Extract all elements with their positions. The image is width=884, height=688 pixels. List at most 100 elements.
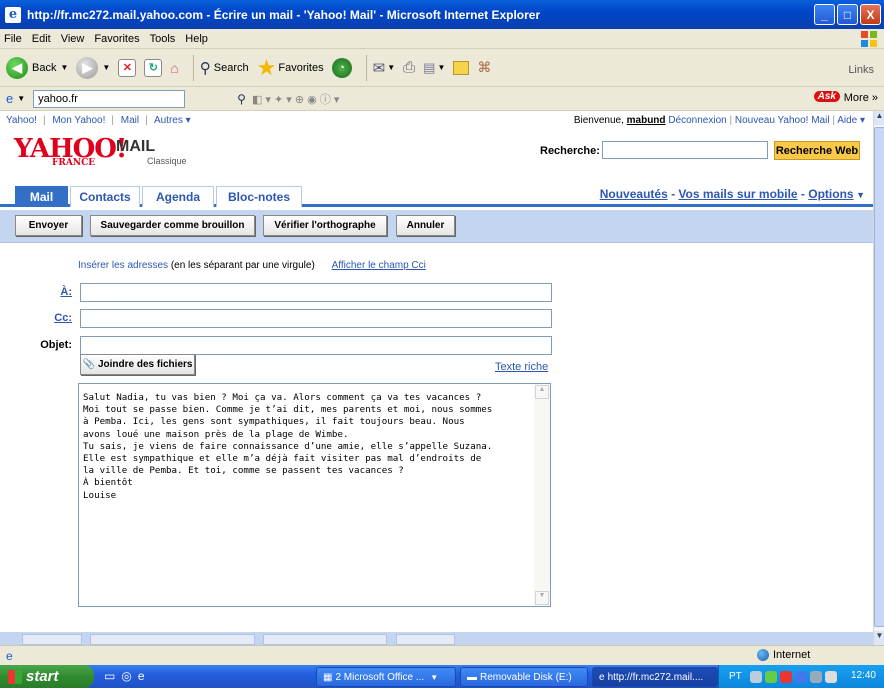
forward-arrow-icon: ▶ xyxy=(76,56,99,79)
scroll-down-icon[interactable]: ▼ xyxy=(535,591,549,605)
chevron-down-icon[interactable]: ▼ xyxy=(854,190,865,200)
start-button[interactable]: start xyxy=(0,665,94,688)
mon-yahoo-link[interactable]: Mon Yahoo! xyxy=(52,115,105,126)
scroll-thumb[interactable] xyxy=(874,127,884,627)
desktop-icon[interactable]: ▭ xyxy=(104,669,115,683)
menu-file[interactable]: File xyxy=(4,33,22,45)
web-search-button[interactable]: Recherche Web xyxy=(774,141,860,160)
search-icon[interactable]: ⚲ xyxy=(237,92,246,106)
deconnexion-link[interactable]: Déconnexion xyxy=(668,115,726,126)
tab-contacts[interactable]: Contacts xyxy=(70,186,140,207)
update-icon[interactable] xyxy=(824,670,837,683)
tray-icon[interactable] xyxy=(764,670,777,683)
menu-bar: File Edit View Favorites Tools Help xyxy=(0,29,884,49)
to-field[interactable] xyxy=(80,283,552,302)
windows-logo-icon xyxy=(861,31,877,47)
page-scrollbar[interactable]: ▲ ▼ xyxy=(873,111,884,645)
insert-addresses-link[interactable]: Insérer les adresses xyxy=(78,260,168,271)
menu-favorites[interactable]: Favorites xyxy=(94,33,139,45)
mail-link[interactable]: Mail xyxy=(121,115,139,126)
security-icon[interactable] xyxy=(779,670,792,683)
compose-action-bar: Envoyer Sauvegarder comme brouillon Véri… xyxy=(0,210,873,243)
tab-bloc-notes[interactable]: Bloc-notes xyxy=(216,186,302,207)
task-browser[interactable]: e http://fr.mc272.mail.... xyxy=(592,667,718,687)
address-input[interactable]: yahoo.fr xyxy=(33,89,186,108)
quick-launch: ▭ ◎ e xyxy=(104,669,145,683)
autres-link[interactable]: Autres ▾ xyxy=(154,115,191,126)
search-button[interactable]: ⚲ Search xyxy=(200,59,249,77)
home-icon[interactable]: ⌂ xyxy=(170,60,178,76)
task-removable-disk[interactable]: ▬ Removable Disk (E:) xyxy=(460,667,588,687)
cc-label[interactable]: Cc: xyxy=(0,312,72,324)
mobile-link[interactable]: Vos mails sur mobile xyxy=(678,187,797,201)
spellcheck-button[interactable]: Vérifier l'orthographe xyxy=(263,215,387,236)
folder-icon[interactable] xyxy=(453,60,470,75)
media-icon[interactable]: ◎ xyxy=(121,669,131,683)
save-draft-button[interactable]: Sauvegarder comme brouillon xyxy=(90,215,255,236)
aide-link[interactable]: Aide ▾ xyxy=(837,115,865,126)
cc-field[interactable] xyxy=(80,309,552,328)
username[interactable]: mabund xyxy=(627,115,666,126)
network-icon[interactable] xyxy=(749,670,762,683)
tab-agenda[interactable]: Agenda xyxy=(142,186,214,207)
to-label[interactable]: À: xyxy=(0,286,72,298)
ie-icon[interactable]: e xyxy=(138,669,145,683)
menu-help[interactable]: Help xyxy=(185,33,208,45)
maximize-button[interactable]: □ xyxy=(837,4,858,25)
task-microsoft-office[interactable]: ▦ 2 Microsoft Office ... ▼ xyxy=(316,667,456,687)
yahoo-mail-logo[interactable]: YAHOO! FRANCE MAIL Classique xyxy=(14,134,187,168)
scroll-up-icon[interactable]: ▲ xyxy=(874,111,884,125)
links-label[interactable]: Links xyxy=(848,64,874,76)
minimize-button[interactable]: _ xyxy=(814,4,835,25)
mail-icon[interactable]: ✉ xyxy=(373,59,386,77)
rich-text-link[interactable]: Texte riche xyxy=(495,361,548,373)
history-icon[interactable]: ◔ xyxy=(331,57,352,78)
favorites-label: Favorites xyxy=(278,61,324,74)
subject-field[interactable] xyxy=(80,336,552,355)
stop-icon[interactable]: ✕ xyxy=(118,58,137,77)
compose-form: Insérer les adresses (en les séparant pa… xyxy=(0,243,873,613)
dropdown-arrow-icon[interactable]: ▼ xyxy=(60,63,68,72)
menu-tools[interactable]: Tools xyxy=(150,33,176,45)
message-body[interactable]: Salut Nadia, tu vas bien ? Moi ça va. Al… xyxy=(78,383,551,607)
cancel-button[interactable]: Annuler xyxy=(396,215,455,236)
search-icon: ⚲ xyxy=(199,59,211,77)
close-button[interactable]: X xyxy=(860,4,881,25)
yahoo-top-links: Yahoo! | Mon Yahoo! | Mail | Autres ▾ xyxy=(6,115,191,126)
scroll-down-icon[interactable]: ▼ xyxy=(874,631,884,645)
message-body-text: Salut Nadia, tu vas bien ? Moi ça va. Al… xyxy=(83,392,493,501)
scroll-up-icon[interactable]: ▲ xyxy=(535,385,549,399)
shield-icon[interactable] xyxy=(794,670,807,683)
send-button[interactable]: Envoyer xyxy=(15,215,82,236)
yahoo-link[interactable]: Yahoo! xyxy=(6,115,37,126)
word-icon: ▦ xyxy=(323,671,333,683)
show-cci-link[interactable]: Afficher le champ Cci xyxy=(332,260,426,271)
dropdown-arrow-icon[interactable]: ▼ xyxy=(17,94,25,103)
toolbar-icons-strip[interactable]: ◧ ▾ ✦ ▾ ⊕ ◉ ⓘ ▾ xyxy=(252,91,339,107)
back-button[interactable]: ◀ Back ▼ xyxy=(6,56,68,79)
favorites-button[interactable]: ★ Favorites xyxy=(256,54,324,80)
forward-button[interactable]: ▶ ▼ xyxy=(76,56,110,79)
address-bar: e ▼ yahoo.fr ⚲ ◧ ▾ ✦ ▾ ⊕ ◉ ⓘ ▾ Ask More … xyxy=(0,87,884,111)
ask-logo[interactable]: Ask xyxy=(813,91,840,102)
nouveau-yahoo-mail-link[interactable]: Nouveau Yahoo! Mail xyxy=(735,115,830,126)
language-indicator[interactable]: PT xyxy=(729,671,742,682)
tab-mail[interactable]: Mail xyxy=(15,186,68,207)
textarea-scrollbar[interactable]: ▲ ▼ xyxy=(534,384,550,606)
research-icon[interactable]: ⌘ xyxy=(477,59,491,76)
edit-icon[interactable]: ▤ xyxy=(423,60,435,76)
print-icon[interactable]: ⎙ xyxy=(403,59,415,76)
options-link[interactable]: Options xyxy=(808,187,853,201)
refresh-icon[interactable]: ↻ xyxy=(144,58,163,77)
star-icon: ★ xyxy=(256,54,277,80)
web-search-input[interactable] xyxy=(602,141,768,159)
tab-right-links: Nouveautés - Vos mails sur mobile - Opti… xyxy=(599,187,865,201)
attach-files-button[interactable]: 📎 Joindre des fichiers xyxy=(80,354,195,375)
dropdown-arrow-icon[interactable]: ▼ xyxy=(102,63,110,72)
more-button[interactable]: More » xyxy=(844,92,878,104)
nouveautes-link[interactable]: Nouveautés xyxy=(600,187,668,201)
volume-icon[interactable] xyxy=(809,670,822,683)
menu-view[interactable]: View xyxy=(61,33,85,45)
menu-edit[interactable]: Edit xyxy=(32,33,51,45)
back-label: Back xyxy=(32,61,57,74)
